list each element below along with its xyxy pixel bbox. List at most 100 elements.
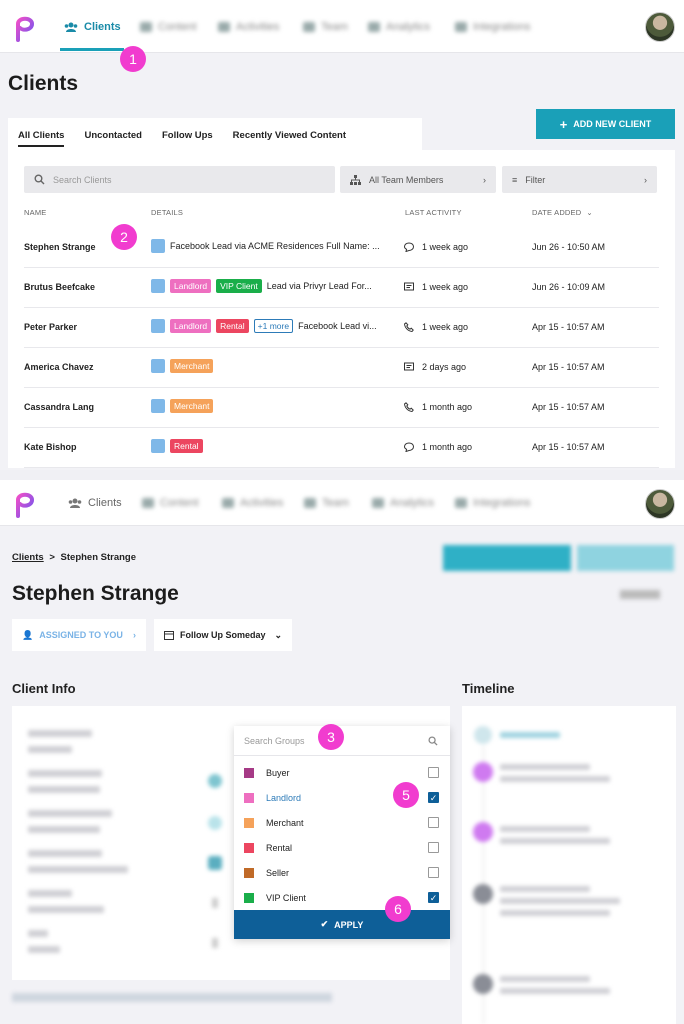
- team-member-select[interactable]: All Team Members ›: [340, 166, 496, 193]
- nav-tab-content[interactable]: Content: [142, 480, 199, 526]
- tab-follow-ups[interactable]: Follow Ups: [152, 118, 223, 152]
- group-checkbox[interactable]: [428, 767, 439, 778]
- client-name[interactable]: America Chavez: [24, 362, 94, 372]
- calendar-icon: [164, 631, 174, 640]
- nav-tab-clients[interactable]: Clients: [68, 480, 122, 526]
- nav-tab-integrations[interactable]: Integrations: [455, 0, 530, 53]
- client-name[interactable]: Peter Parker: [24, 322, 77, 332]
- message-icon: [404, 362, 414, 372]
- activity-time: 1 month ago: [422, 442, 473, 452]
- email-icon[interactable]: [208, 856, 222, 870]
- nav-tab-clients[interactable]: Clients: [64, 0, 121, 53]
- group-checkbox[interactable]: ✓: [428, 892, 439, 903]
- client-name[interactable]: Kate Bishop: [24, 442, 77, 452]
- client-name[interactable]: Brutus Beefcake: [24, 282, 95, 292]
- field-label: [28, 770, 102, 777]
- field-label: [28, 930, 48, 937]
- group-option[interactable]: Merchant: [234, 810, 450, 835]
- breadcrumb: Clients > Stephen Strange: [12, 552, 136, 563]
- nav-tab-activities[interactable]: Activities: [218, 0, 279, 53]
- nav-tab-team[interactable]: Team: [303, 0, 348, 53]
- client-name[interactable]: Stephen Strange: [24, 242, 96, 252]
- group-checkbox[interactable]: [428, 817, 439, 828]
- group-checkbox[interactable]: ✓: [428, 792, 439, 803]
- group-color-swatch: [244, 867, 254, 878]
- secondary-action-button[interactable]: [577, 545, 674, 571]
- nav-tab-analytics[interactable]: Analytics: [372, 480, 434, 526]
- more-icon[interactable]: [212, 898, 218, 908]
- timeline-entry: [500, 764, 590, 770]
- follow-up-select[interactable]: Follow Up Someday ⌄: [154, 619, 292, 651]
- more-icon[interactable]: [212, 938, 218, 948]
- options-menu[interactable]: [620, 590, 660, 599]
- client-name-title: Stephen Strange: [12, 582, 179, 605]
- lead-user-icon: [151, 279, 165, 293]
- whatsapp-icon[interactable]: [208, 816, 222, 830]
- add-activity-link[interactable]: [500, 732, 560, 738]
- table-row[interactable]: Cassandra Lang Merchant 1 month ago Apr 15 …: [24, 388, 659, 428]
- table-row[interactable]: Kate Bishop Rental 1 month ago Apr 15 - 10:…: [24, 428, 659, 468]
- breadcrumb-clients-link[interactable]: Clients: [12, 552, 44, 563]
- assigned-to-button[interactable]: 👤 ASSIGNED TO YOU ›: [12, 619, 146, 651]
- group-option[interactable]: Buyer: [234, 760, 450, 785]
- group-label: VIP Client: [266, 892, 306, 903]
- filter-select[interactable]: ≡ Filter ›: [502, 166, 657, 193]
- group-tag: Landlord: [170, 319, 212, 333]
- lead-user-icon: [151, 359, 165, 373]
- app-logo[interactable]: [8, 12, 40, 44]
- col-header-date-added[interactable]: DATE ADDED ⌄: [532, 208, 593, 217]
- timeline-entry: [500, 976, 590, 982]
- step-badge-1: 1: [120, 46, 146, 72]
- tab-all-clients[interactable]: All Clients: [8, 118, 74, 152]
- group-option[interactable]: VIP Client ✓: [234, 885, 450, 910]
- integrations-icon: [455, 21, 467, 32]
- group-option[interactable]: Seller: [234, 860, 450, 885]
- nav-tab-content[interactable]: Content: [140, 0, 197, 53]
- col-header-name: NAME: [24, 208, 47, 217]
- nav-tab-label: Content: [160, 497, 199, 509]
- table-row[interactable]: Brutus Beefcake Landlord VIP Client Lead vi…: [24, 268, 659, 308]
- app-logo[interactable]: [8, 488, 40, 520]
- group-tag: Rental: [170, 439, 203, 453]
- lead-user-icon: [151, 399, 165, 413]
- group-checkbox[interactable]: [428, 867, 439, 878]
- table-row[interactable]: Peter Parker Landlord Rental +1 more Faceboo…: [24, 308, 659, 348]
- user-avatar[interactable]: [645, 489, 675, 519]
- custom-fields-note: [12, 993, 332, 1002]
- group-checkbox[interactable]: [428, 842, 439, 853]
- group-tag: Merchant: [170, 399, 214, 413]
- more-tags-badge[interactable]: +1 more: [253, 319, 294, 333]
- search-clients-input[interactable]: Search Clients: [24, 166, 335, 193]
- nav-tab-integrations[interactable]: Integrations: [455, 480, 530, 526]
- nav-tab-activities[interactable]: Activities: [222, 480, 283, 526]
- date-added: Apr 15 - 10:57 AM: [532, 442, 605, 452]
- send-message-button[interactable]: [443, 545, 571, 571]
- user-avatar[interactable]: [645, 12, 675, 42]
- add-new-client-button[interactable]: + ADD NEW CLIENT: [536, 109, 675, 139]
- timeline-entry: [500, 988, 610, 994]
- nav-tab-team[interactable]: Team: [304, 480, 349, 526]
- group-option[interactable]: Rental: [234, 835, 450, 860]
- last-activity-cell: 1 week ago: [404, 282, 468, 292]
- client-name[interactable]: Cassandra Lang: [24, 402, 94, 412]
- tab-uncontacted[interactable]: Uncontacted: [74, 118, 152, 152]
- breadcrumb-current: Stephen Strange: [60, 552, 137, 563]
- field-value: [28, 906, 104, 913]
- phone-icon[interactable]: [208, 774, 222, 788]
- field-label: [28, 730, 92, 737]
- group-tag: VIP Client: [216, 279, 262, 293]
- timeline-title: Timeline: [462, 681, 515, 696]
- tab-recently-viewed[interactable]: Recently Viewed Content: [223, 118, 356, 152]
- apply-button[interactable]: ✔ APPLY: [234, 910, 450, 939]
- group-tag: Rental: [216, 319, 249, 333]
- details-cell: Facebook Lead via ACME Residences Full N…: [151, 239, 380, 253]
- nav-tab-analytics[interactable]: Analytics: [368, 0, 430, 53]
- table-row[interactable]: America Chavez Merchant 2 days ago Apr 15 -…: [24, 348, 659, 388]
- add-activity-icon[interactable]: [474, 726, 492, 744]
- col-header-label: DATE ADDED: [532, 208, 582, 217]
- groups-dropdown: Search Groups Buyer Landlord ✓ Merchant Rent…: [234, 726, 450, 939]
- timeline-card: [462, 706, 676, 1024]
- group-color-swatch: [244, 792, 254, 803]
- timeline-dot: [473, 762, 493, 782]
- users-icon: [68, 498, 82, 508]
